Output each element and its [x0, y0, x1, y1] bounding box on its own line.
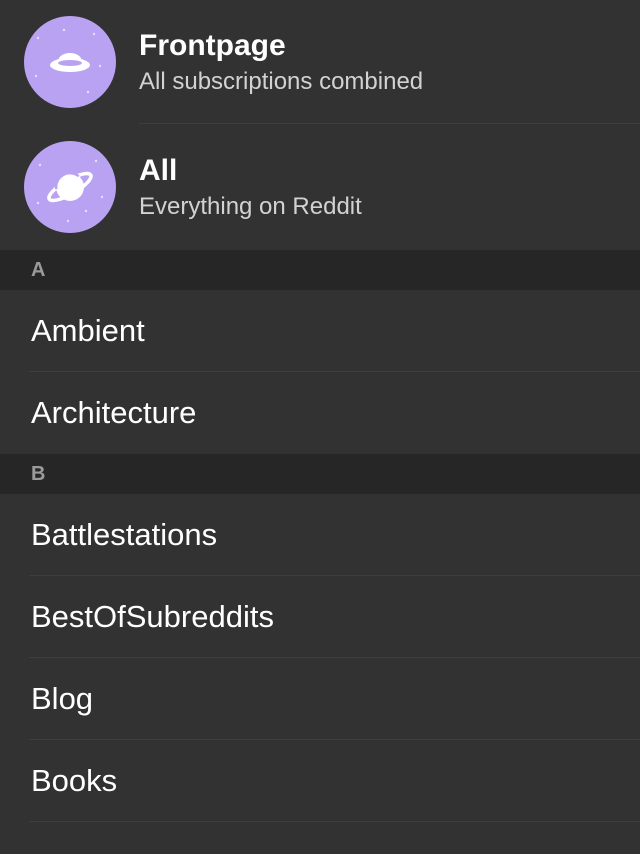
feed-title: Frontpage: [139, 28, 286, 62]
divider: [29, 821, 640, 822]
subreddit-label: Ambient: [31, 313, 145, 348]
subreddit-list: Frontpage All subscriptions combined All…: [0, 0, 640, 822]
feed-title: All: [139, 153, 178, 187]
subreddit-label: Battlestations: [31, 517, 218, 552]
frontpage-icon: [24, 16, 116, 108]
subreddit-label: Architecture: [31, 395, 197, 430]
planet-icon: [24, 141, 116, 233]
subreddit-item-books[interactable]: Books: [0, 740, 640, 822]
subreddit-label: Books: [31, 763, 118, 798]
section-header-a: A: [0, 250, 640, 290]
subreddit-item-blog[interactable]: Blog: [0, 658, 640, 740]
subreddit-label: BestOfSubreddits: [31, 599, 274, 634]
subreddit-item-architecture[interactable]: Architecture: [0, 372, 640, 454]
feed-subtitle: All subscriptions combined: [139, 67, 424, 95]
subreddit-item-ambient[interactable]: Ambient: [0, 290, 640, 372]
feed-subtitle: Everything on Reddit: [139, 192, 362, 220]
feed-frontpage[interactable]: Frontpage All subscriptions combined: [0, 0, 640, 124]
subreddit-label: Blog: [31, 681, 94, 716]
feed-all[interactable]: All Everything on Reddit: [0, 124, 640, 250]
section-header-b: B: [0, 454, 640, 494]
subreddit-item-bestofsubreddits[interactable]: BestOfSubreddits: [0, 576, 640, 658]
subreddit-item-battlestations[interactable]: Battlestations: [0, 494, 640, 576]
